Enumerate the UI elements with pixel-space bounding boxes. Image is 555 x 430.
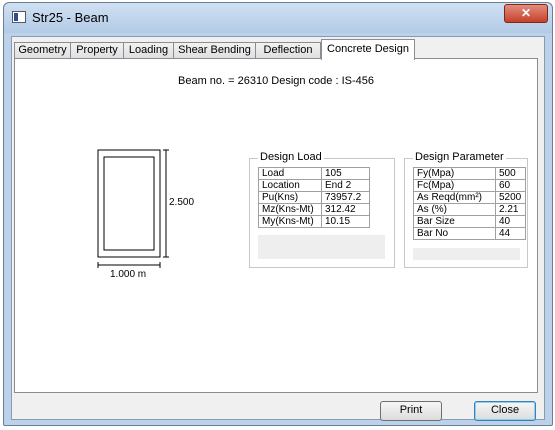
table-row: Location End 2 [258, 179, 370, 192]
table-row: Pu(Kns) 73957.2 [258, 191, 370, 204]
design-load-key: Pu(Kns) [258, 191, 322, 204]
title-bar[interactable]: Str25 - Beam ✕ [4, 3, 552, 33]
design-parameter-key: Fy(Mpa) [413, 167, 496, 180]
tab-loading[interactable]: Loading [123, 42, 174, 59]
section-inner-rect [103, 156, 155, 251]
design-parameter-value: 2.21 [495, 203, 526, 216]
design-load-value: End 2 [321, 179, 370, 192]
tab-geometry[interactable]: Geometry [14, 42, 71, 59]
design-load-value: 73957.2 [321, 191, 370, 204]
design-parameter-value: 44 [495, 227, 526, 240]
design-load-value: 10.15 [321, 215, 370, 228]
design-parameter-key: As Reqd(mm²) [413, 191, 496, 204]
close-icon: ✕ [520, 6, 532, 20]
window-close-button[interactable]: ✕ [504, 4, 548, 23]
section-width-label: 1.000 m [110, 269, 147, 280]
beam-window: Str25 - Beam ✕ Geometry Property Loading… [3, 2, 553, 426]
table-row: Mz(Kns-Mt) 312.42 [258, 203, 370, 216]
design-load-title: Design Load [258, 151, 324, 163]
design-load-value: 105 [321, 167, 370, 180]
design-load-table: Load 105 Location End 2 Pu(Kns) 73957.2 Mz(… [258, 167, 370, 228]
design-load-key: My(Kns-Mt) [258, 215, 322, 228]
tab-concrete-design[interactable]: Concrete Design [321, 39, 415, 60]
design-parameter-value: 40 [495, 215, 526, 228]
design-parameter-value: 500 [495, 167, 526, 180]
tab-shear-bending[interactable]: Shear Bending [173, 42, 256, 59]
design-parameter-key: Fc(Mpa) [413, 179, 496, 192]
print-button[interactable]: Print [380, 401, 442, 421]
concrete-design-panel: Beam no. = 26310 Design code : IS-456 2.… [14, 58, 538, 393]
tab-property[interactable]: Property [70, 42, 124, 59]
table-row: As Reqd(mm²) 5200 [413, 191, 526, 204]
app-icon [12, 11, 26, 23]
design-parameter-value: 60 [495, 179, 526, 192]
table-row: My(Kns-Mt) 10.15 [258, 215, 370, 228]
design-load-grid-empty-area [258, 235, 385, 259]
section-depth-label: 2.500 [169, 197, 195, 208]
tab-deflection[interactable]: Deflection [255, 42, 321, 59]
beam-info: Beam no. = 26310 Design code : IS-456 [178, 75, 374, 87]
table-row: Load 105 [258, 167, 370, 180]
table-row: Fy(Mpa) 500 [413, 167, 526, 180]
design-parameter-value: 5200 [495, 191, 526, 204]
design-load-value: 312.42 [321, 203, 370, 216]
design-load-key: Mz(Kns-Mt) [258, 203, 322, 216]
design-parameter-grid-empty-area [413, 248, 520, 260]
design-load-key: Location [258, 179, 322, 192]
table-row: Fc(Mpa) 60 [413, 179, 526, 192]
design-load-key: Load [258, 167, 322, 180]
design-parameter-key: Bar Size [413, 215, 496, 228]
design-parameter-title: Design Parameter [413, 151, 506, 163]
table-row: Bar No 44 [413, 227, 526, 240]
table-row: Bar Size 40 [413, 215, 526, 228]
table-row: As (%) 2.21 [413, 203, 526, 216]
design-load-group: Design Load Load 105 Location End 2 Pu(Kns… [249, 151, 395, 268]
window-title: Str25 - Beam [32, 10, 109, 25]
design-parameter-key: As (%) [413, 203, 496, 216]
dialog-client-area: Geometry Property Loading Shear Bending … [11, 36, 545, 421]
design-parameter-table: Fy(Mpa) 500 Fc(Mpa) 60 As Reqd(mm²) 5200 As… [413, 167, 526, 240]
close-button[interactable]: Close [474, 401, 536, 421]
design-parameter-key: Bar No [413, 227, 496, 240]
design-parameter-group: Design Parameter Fy(Mpa) 500 Fc(Mpa) 60 As… [404, 151, 528, 268]
